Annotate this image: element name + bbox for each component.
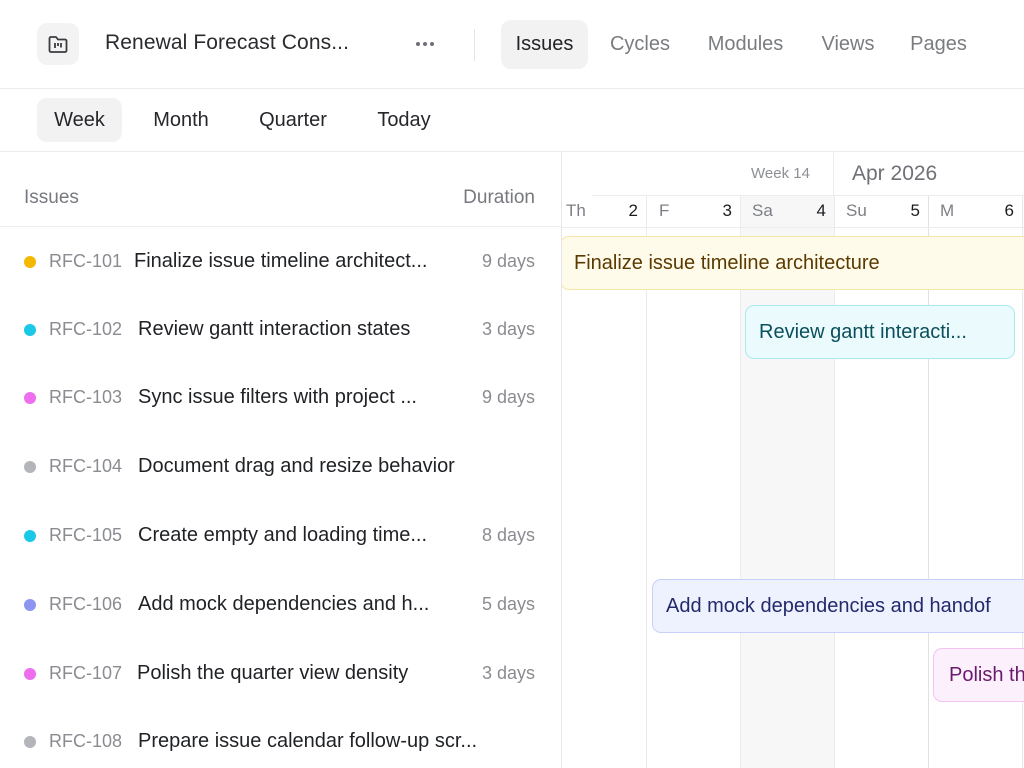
status-dot [24, 668, 36, 680]
range-month-button[interactable]: Month [140, 98, 222, 142]
day-header: M 6 [929, 196, 1022, 227]
project-title[interactable]: Renewal Forecast Cons... [105, 31, 349, 55]
issue-row[interactable]: RFC-107 Polish the quarter view density … [0, 640, 561, 708]
tab-pages[interactable]: Pages [902, 20, 975, 69]
issue-title: Polish the quarter view density [137, 662, 409, 684]
status-dot [24, 461, 36, 473]
issue-title: Finalize issue timeline architect... [134, 250, 428, 272]
day-letter: Th [566, 201, 586, 220]
tab-cycles[interactable]: Cycles [600, 20, 680, 69]
issue-row[interactable]: RFC-105 Create empty and loading time...… [0, 502, 561, 570]
day-number: 3 [722, 201, 732, 220]
tab-issues[interactable]: Issues [501, 20, 588, 69]
issue-duration: 8 days [481, 525, 535, 545]
app-header: Renewal Forecast Cons... Issues Cycles M… [0, 0, 1024, 89]
issue-title: Create empty and loading time... [138, 524, 428, 546]
issue-row[interactable]: RFC-102 Review gantt interaction states … [0, 296, 561, 364]
day-number: 6 [1004, 201, 1014, 220]
range-today-button[interactable]: Today [363, 98, 445, 142]
issue-row[interactable]: RFC-108 Prepare issue calendar follow-up… [0, 708, 561, 768]
issue-list: Issues Duration RFC-101 Finalize issue t… [0, 152, 562, 768]
day-letter: F [659, 201, 670, 220]
day-number: 2 [628, 201, 638, 220]
issue-id: RFC-106 [49, 594, 123, 614]
issue-title: Review gantt interaction states [138, 318, 411, 340]
issue-title: Prepare issue calendar follow-up scr... [138, 730, 478, 752]
issue-duration: 3 days [481, 663, 535, 683]
issue-row[interactable]: RFC-104 Document drag and resize behavio… [0, 433, 561, 501]
issue-row[interactable]: RFC-103 Sync issue filters with project … [0, 364, 561, 432]
timeline-header-divider [562, 227, 1024, 228]
status-dot [24, 530, 36, 542]
status-dot [24, 324, 36, 336]
issue-id: RFC-103 [49, 387, 123, 407]
day-header: Su 5 [835, 196, 928, 227]
issue-id: RFC-108 [49, 731, 123, 751]
issue-title: Sync issue filters with project ... [138, 386, 417, 408]
day-header: F 3 [647, 196, 740, 227]
issue-title: Add mock dependencies and h... [138, 593, 430, 615]
issues-column-header: Issues [24, 187, 79, 208]
month-label: Apr 2026 [852, 162, 938, 185]
status-dot [24, 392, 36, 404]
tab-views[interactable]: Views [812, 20, 884, 69]
issue-duration: 9 days [481, 251, 535, 271]
week-divider [833, 152, 834, 196]
issue-id: RFC-101 [49, 251, 123, 271]
issue-id: RFC-105 [49, 525, 123, 545]
issue-title: Document drag and resize behavior [138, 455, 455, 477]
day-number: 4 [816, 201, 826, 220]
issue-id: RFC-107 [49, 663, 123, 683]
header-divider [474, 29, 475, 61]
range-toolbar: Week Month Quarter Today [0, 89, 1024, 152]
day-letter: Sa [752, 201, 773, 220]
status-dot [24, 599, 36, 611]
issue-duration: 9 days [481, 387, 535, 407]
issue-duration: 3 days [481, 319, 535, 339]
range-week-button[interactable]: Week [37, 98, 122, 142]
gantt-bar[interactable]: Finalize issue timeline architecture [562, 236, 1024, 290]
gantt-bar[interactable]: Review gantt interacti... [745, 305, 1015, 359]
day-number: 5 [910, 201, 920, 220]
status-dot [24, 256, 36, 268]
gantt-bar[interactable]: Add mock dependencies and handof [652, 579, 1024, 633]
issue-id: RFC-102 [49, 319, 123, 339]
issue-list-header: Issues Duration [0, 152, 561, 227]
day-header: Sa 4 [741, 196, 834, 227]
gantt-timeline: Week 14 Apr 2026 Th 2 F 3 Sa 4 Su 5 M 6 … [562, 152, 1024, 768]
day-letter: Su [846, 201, 867, 220]
duration-column-header: Duration [463, 187, 535, 208]
issue-row[interactable]: RFC-106 Add mock dependencies and h... 5… [0, 571, 561, 639]
issue-row[interactable]: RFC-101 Finalize issue timeline architec… [0, 228, 561, 296]
tab-modules[interactable]: Modules [698, 20, 793, 69]
range-quarter-button[interactable]: Quarter [244, 98, 342, 142]
issue-id: RFC-104 [49, 456, 123, 476]
issue-duration: 5 days [481, 594, 535, 614]
project-board-icon[interactable] [37, 23, 79, 65]
week-label: Week 14 [751, 165, 810, 182]
day-header: Th 2 [562, 196, 646, 227]
more-horizontal-icon[interactable] [411, 31, 439, 57]
day-letter: M [940, 201, 955, 220]
status-dot [24, 736, 36, 748]
gantt-bar[interactable]: Polish th [933, 648, 1024, 702]
